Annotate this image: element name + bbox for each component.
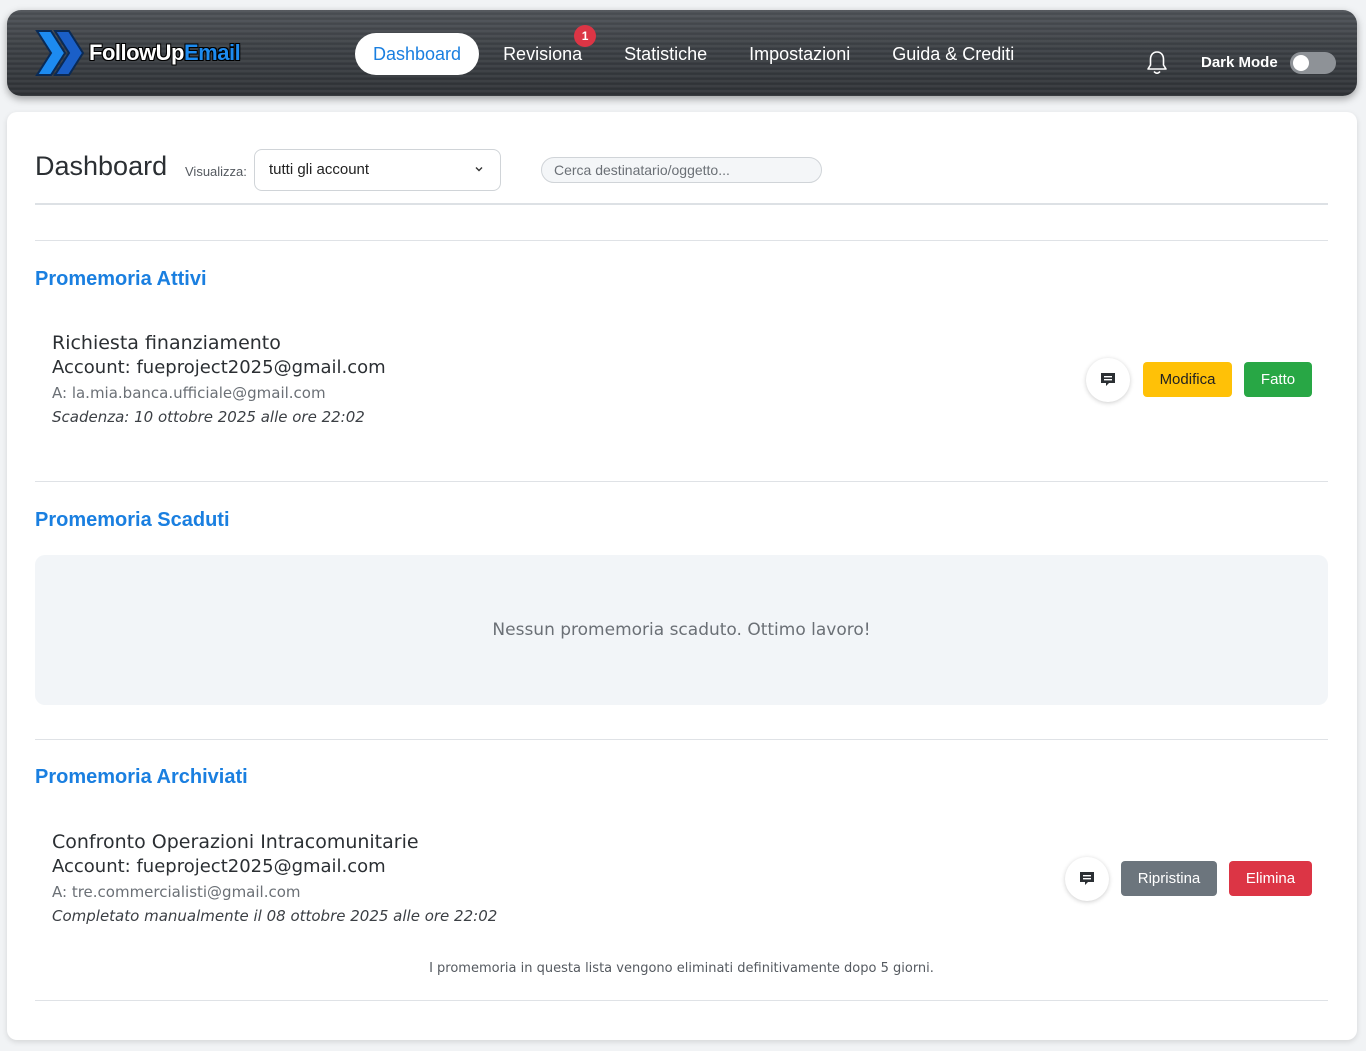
- delete-button[interactable]: Elimina: [1229, 861, 1312, 896]
- nav-guida-crediti[interactable]: Guida & Crediti: [874, 33, 1032, 75]
- nav-links: Dashboard Revisiona 1 Statistiche Impost…: [355, 25, 1038, 76]
- divider: [35, 739, 1328, 740]
- chevron-down-icon: [475, 167, 483, 172]
- expired-empty-state: Nessun promemoria scaduto. Ottimo lavoro…: [35, 555, 1328, 705]
- dark-mode-label: Dark Mode: [1201, 54, 1278, 71]
- bell-icon[interactable]: [1146, 50, 1168, 76]
- page-title: Dashboard: [35, 151, 168, 181]
- notes-button[interactable]: [1086, 358, 1130, 402]
- section-title-archived: Promemoria Archiviati: [35, 766, 248, 788]
- reminder-recipient: A: la.mia.banca.ufficiale@gmail.com: [52, 384, 326, 402]
- page-header: Dashboard Visualizza: tutti gli account …: [35, 149, 1328, 205]
- reminder-deadline: Scadenza: 10 ottobre 2025 alle ore 22:02: [52, 408, 365, 426]
- nav-statistiche-label: Statistiche: [624, 44, 708, 64]
- nav-dashboard[interactable]: Dashboard: [355, 33, 480, 75]
- reminder-subject: Richiesta finanziamento: [52, 332, 281, 354]
- dark-mode-toggle[interactable]: [1290, 52, 1336, 74]
- revisiona-count-badge: 1: [574, 25, 597, 47]
- divider: [35, 240, 1328, 241]
- nav-statistiche[interactable]: Statistiche: [606, 33, 725, 75]
- logo-text: FollowUpEmail: [89, 40, 241, 66]
- logo-chevrons-icon: [35, 30, 85, 76]
- section-title-expired: Promemoria Scaduti: [35, 509, 230, 531]
- view-filter-label: Visualizza:: [185, 164, 247, 179]
- top-navbar: FollowUpEmail Dashboard Revisiona 1 Stat…: [7, 10, 1357, 96]
- logo-text-part2: Email: [183, 40, 241, 65]
- message-icon: [1101, 373, 1115, 386]
- done-button[interactable]: Fatto: [1244, 362, 1312, 397]
- account-filter-value: tutti gli account: [269, 161, 370, 178]
- search-placeholder: Cerca destinatario/oggetto...: [554, 162, 730, 178]
- app-logo[interactable]: FollowUpEmail: [35, 27, 241, 79]
- divider: [35, 481, 1328, 482]
- nav-impostazioni[interactable]: Impostazioni: [731, 33, 868, 75]
- main-card: Dashboard Visualizza: tutti gli account …: [7, 112, 1357, 1040]
- restore-button[interactable]: Ripristina: [1121, 861, 1217, 896]
- reminder-account: Account: fueproject2025@gmail.com: [52, 357, 386, 378]
- nav-impostazioni-label: Impostazioni: [749, 44, 851, 64]
- nav-revisiona-label: Revisiona: [503, 44, 583, 64]
- reminder-completed-date: Completato manualmente il 08 ottobre 202…: [52, 907, 498, 925]
- active-reminder-item: Richiesta finanziamento Account: fueproj…: [52, 332, 1328, 426]
- account-filter-select[interactable]: tutti gli account: [254, 149, 501, 191]
- section-title-active: Promemoria Attivi: [35, 268, 207, 290]
- edit-button[interactable]: Modifica: [1143, 362, 1232, 397]
- nav-dashboard-label: Dashboard: [373, 44, 462, 64]
- logo-text-part1: FollowUp: [89, 40, 184, 65]
- notes-button[interactable]: [1065, 857, 1109, 901]
- message-icon: [1080, 872, 1094, 885]
- nav-revisiona[interactable]: Revisiona 1: [485, 25, 600, 75]
- divider: [35, 1000, 1328, 1001]
- toggle-knob: [1293, 55, 1309, 71]
- archive-retention-note: I promemoria in questa lista vengono eli…: [429, 961, 934, 976]
- search-input[interactable]: Cerca destinatario/oggetto...: [541, 157, 822, 183]
- nav-guida-label: Guida & Crediti: [892, 44, 1015, 64]
- reminder-subject: Confronto Operazioni Intracomunitarie: [52, 831, 419, 853]
